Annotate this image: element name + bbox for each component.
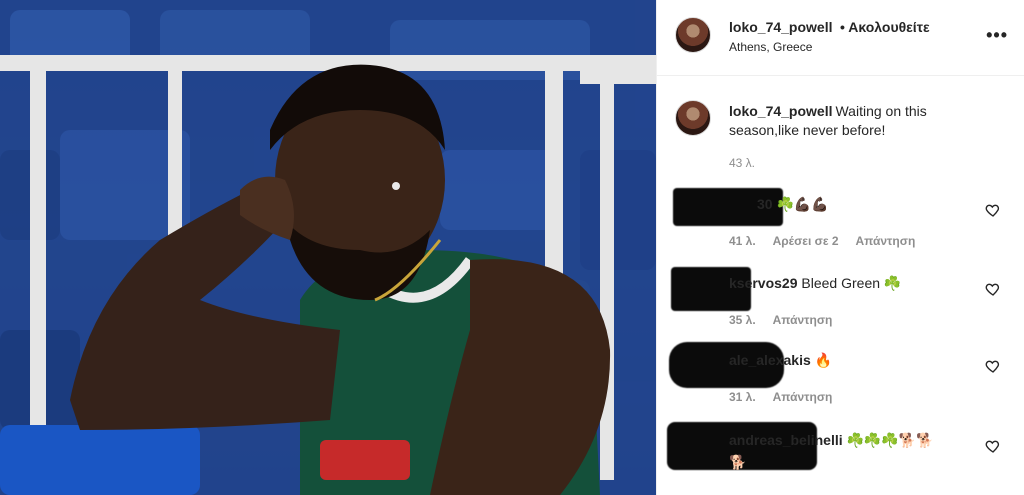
caption-timestamp[interactable]: 43 λ. <box>729 156 755 170</box>
comment-time[interactable]: 41 λ. <box>729 234 756 248</box>
post-location[interactable]: Athens, Greece <box>729 40 812 54</box>
comment-text-continued: 🐕 <box>729 454 746 471</box>
post-username[interactable]: loko_74_powell <box>729 19 832 35</box>
reply-button[interactable]: Απάντηση <box>855 234 915 248</box>
post-header: loko_74_powell • Ακολουθείτε Athens, Gre… <box>657 0 1024 76</box>
comment-body: ☘️💪🏿💪🏿 <box>776 196 829 212</box>
caption-avatar[interactable] <box>675 100 711 136</box>
reply-button[interactable]: Απάντηση <box>773 390 833 404</box>
comment-meta: 31 λ. Απάντηση <box>729 390 846 404</box>
heart-icon[interactable] <box>985 438 1001 454</box>
seat-front <box>0 425 200 495</box>
reply-button[interactable]: Απάντηση <box>773 313 833 327</box>
comment-username[interactable]: 30 <box>757 196 773 212</box>
heart-icon[interactable] <box>985 202 1001 218</box>
comment-meta: 41 λ. Αρέσει σε 2 Απάντηση <box>729 234 929 248</box>
comment-item: andreas_belinelli ☘️☘️☘️🐕🐕 🐕 <box>657 422 1024 495</box>
comment-time[interactable]: 35 λ. <box>729 313 756 327</box>
more-horizontal-icon[interactable]: ••• <box>986 26 1008 44</box>
comment-item: ale_alexakis 🔥 31 λ. Απάντηση <box>657 342 1024 420</box>
comment-time[interactable]: 31 λ. <box>729 390 756 404</box>
comment-item: kservos29 Bleed Green ☘️ 35 λ. Απάντηση <box>657 265 1024 343</box>
post-caption: loko_74_powell Waiting on this season,lik… <box>657 76 1024 186</box>
comment-body: 🔥 <box>814 352 833 368</box>
follow-status[interactable]: • Ακολουθείτε <box>840 19 930 35</box>
caption-text: loko_74_powell Waiting on this season,lik… <box>729 102 984 140</box>
post-side-panel: loko_74_powell • Ακολουθείτε Athens, Gre… <box>656 0 1024 495</box>
heart-icon[interactable] <box>985 281 1001 297</box>
comment-meta: 35 λ. Απάντηση <box>729 313 846 327</box>
avatar[interactable] <box>675 17 711 53</box>
post-photo-illustration <box>0 0 656 495</box>
comment-text: andreas_belinelli ☘️☘️☘️🐕🐕 <box>729 432 934 449</box>
heart-icon[interactable] <box>985 358 1001 374</box>
comment-item: 30 ☘️💪🏿💪🏿 41 λ. Αρέσει σε 2 Απάντηση <box>657 186 1024 264</box>
comment-username[interactable]: ale_alexakis <box>729 352 811 368</box>
post-photo[interactable] <box>0 0 656 495</box>
comment-body: ☘️☘️☘️🐕🐕 <box>846 432 934 448</box>
comment-text: kservos29 Bleed Green ☘️ <box>729 275 901 292</box>
comment-text: ale_alexakis 🔥 <box>729 352 832 369</box>
comment-username[interactable]: kservos29 <box>729 275 798 291</box>
comment-body-line2: 🐕 <box>729 454 747 470</box>
comment-username[interactable]: andreas_belinelli <box>729 432 843 448</box>
comment-body: Bleed Green ☘️ <box>801 275 902 291</box>
comment-likes[interactable]: Αρέσει σε 2 <box>773 234 839 248</box>
comment-text: 30 ☘️💪🏿💪🏿 <box>757 196 829 213</box>
caption-username[interactable]: loko_74_powell <box>729 103 832 119</box>
